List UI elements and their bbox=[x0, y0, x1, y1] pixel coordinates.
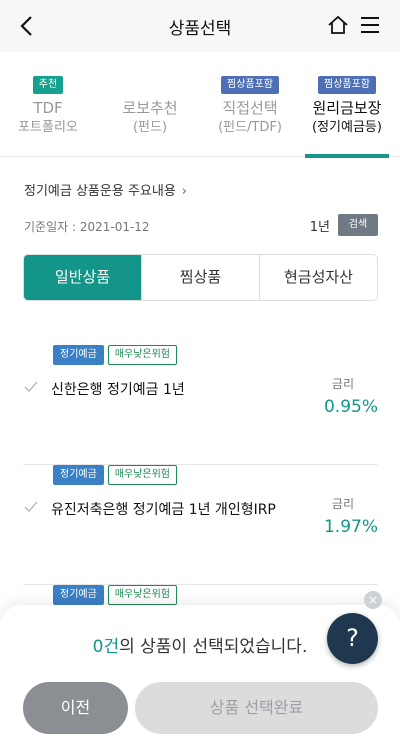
risk-level-tag: 매우낮은위험 bbox=[107, 585, 178, 605]
product-type-tag: 정기예금 bbox=[53, 345, 104, 365]
tab-principal-guaranteed[interactable]: 찜상품포함 원리금보장 (정기예금등) bbox=[305, 52, 389, 158]
category-tabs: 추천 TDF 포트폴리오 로보추천 (펀드) 찜상품포함 직접선택 (펀드/TD… bbox=[0, 52, 400, 158]
segment-wishlist[interactable]: 찜상품 bbox=[141, 255, 259, 300]
segment-cash[interactable]: 현금성자산 bbox=[259, 255, 377, 300]
tab-label-line2: (정기예금등) bbox=[312, 120, 382, 135]
wishlist-included-badge: 찜상품포함 bbox=[318, 76, 376, 94]
tab-label-line1: 원리금보장 bbox=[312, 99, 382, 117]
risk-level-tag: 매우낮은위험 bbox=[107, 465, 178, 485]
home-icon[interactable] bbox=[326, 13, 350, 37]
risk-level-tag: 매우낮은위험 bbox=[107, 345, 178, 365]
check-icon[interactable] bbox=[23, 379, 39, 395]
period-selector[interactable]: 1년 bbox=[310, 216, 330, 235]
search-button[interactable]: 검색 bbox=[338, 214, 378, 236]
product-name: 신한은행 정기예금 1년 bbox=[51, 382, 185, 398]
selected-suffix: 의 상품이 선택되었습니다. bbox=[119, 637, 308, 657]
tab-label-line1: 로보추천 bbox=[122, 99, 178, 117]
complete-selection-button[interactable]: 상품 선택완료 bbox=[135, 682, 378, 734]
tab-direct-select[interactable]: 찜상품포함 직접선택 (펀드/TDF) bbox=[200, 52, 300, 157]
product-type-tag: 정기예금 bbox=[53, 585, 104, 605]
check-icon[interactable] bbox=[23, 499, 39, 515]
deposit-info-label: 정기예금 상품운용 주요내용 bbox=[24, 184, 176, 199]
close-icon[interactable]: × bbox=[364, 591, 382, 609]
tab-robo-recommend[interactable]: 로보추천 (펀드) bbox=[100, 52, 200, 157]
base-date: 기준일자 : 2021-01-12 bbox=[24, 220, 150, 234]
product-name: 유진저축은행 정기예금 1년 개인형IRP bbox=[51, 502, 276, 518]
recommend-badge: 추천 bbox=[32, 76, 64, 94]
product-type-tag: 정기예금 bbox=[53, 465, 104, 485]
tab-label-line2: 포트폴리오 bbox=[18, 120, 78, 135]
rate-value: 0.95% bbox=[323, 397, 378, 417]
segment-general[interactable]: 일반상품 bbox=[24, 255, 141, 300]
tab-tdf-portfolio[interactable]: 추천 TDF 포트폴리오 bbox=[0, 52, 96, 157]
tab-label-line1: 직접선택 bbox=[222, 99, 278, 117]
prev-button[interactable]: 이전 bbox=[23, 682, 128, 734]
tab-label-line2: (펀드/TDF) bbox=[218, 120, 282, 135]
wishlist-included-badge: 찜상품포함 bbox=[221, 76, 279, 94]
tab-label-line1: TDF bbox=[33, 99, 63, 117]
hamburger-menu-icon[interactable] bbox=[358, 13, 382, 37]
help-button[interactable]: ? bbox=[327, 613, 378, 664]
rate-label: 금리 bbox=[331, 497, 354, 511]
app-header: 상품선택 bbox=[0, 0, 400, 52]
rate-label: 금리 bbox=[331, 377, 354, 391]
page: 상품선택 추천 TDF 포트폴리오 로보추천 (펀드) 찜상품포함 직접선택 (… bbox=[0, 0, 400, 751]
active-tab-indicator bbox=[305, 154, 389, 158]
selected-count: 0건 bbox=[92, 637, 120, 657]
rate-value: 1.97% bbox=[323, 517, 378, 537]
tab-label-line2: (펀드) bbox=[132, 120, 168, 135]
list-item[interactable]: 정기예금 매우낮은위험 신한은행 정기예금 1년 금리 0.95% bbox=[23, 345, 378, 465]
list-item[interactable]: 정기예금 매우낮은위험 유진저축은행 정기예금 1년 개인형IRP 금리 1.9… bbox=[23, 465, 378, 585]
product-segment-control: 일반상품 찜상품 현금성자산 bbox=[23, 254, 378, 301]
deposit-info-link[interactable]: 정기예금 상품운용 주요내용 › bbox=[24, 180, 187, 199]
chevron-right-icon: › bbox=[181, 184, 187, 199]
